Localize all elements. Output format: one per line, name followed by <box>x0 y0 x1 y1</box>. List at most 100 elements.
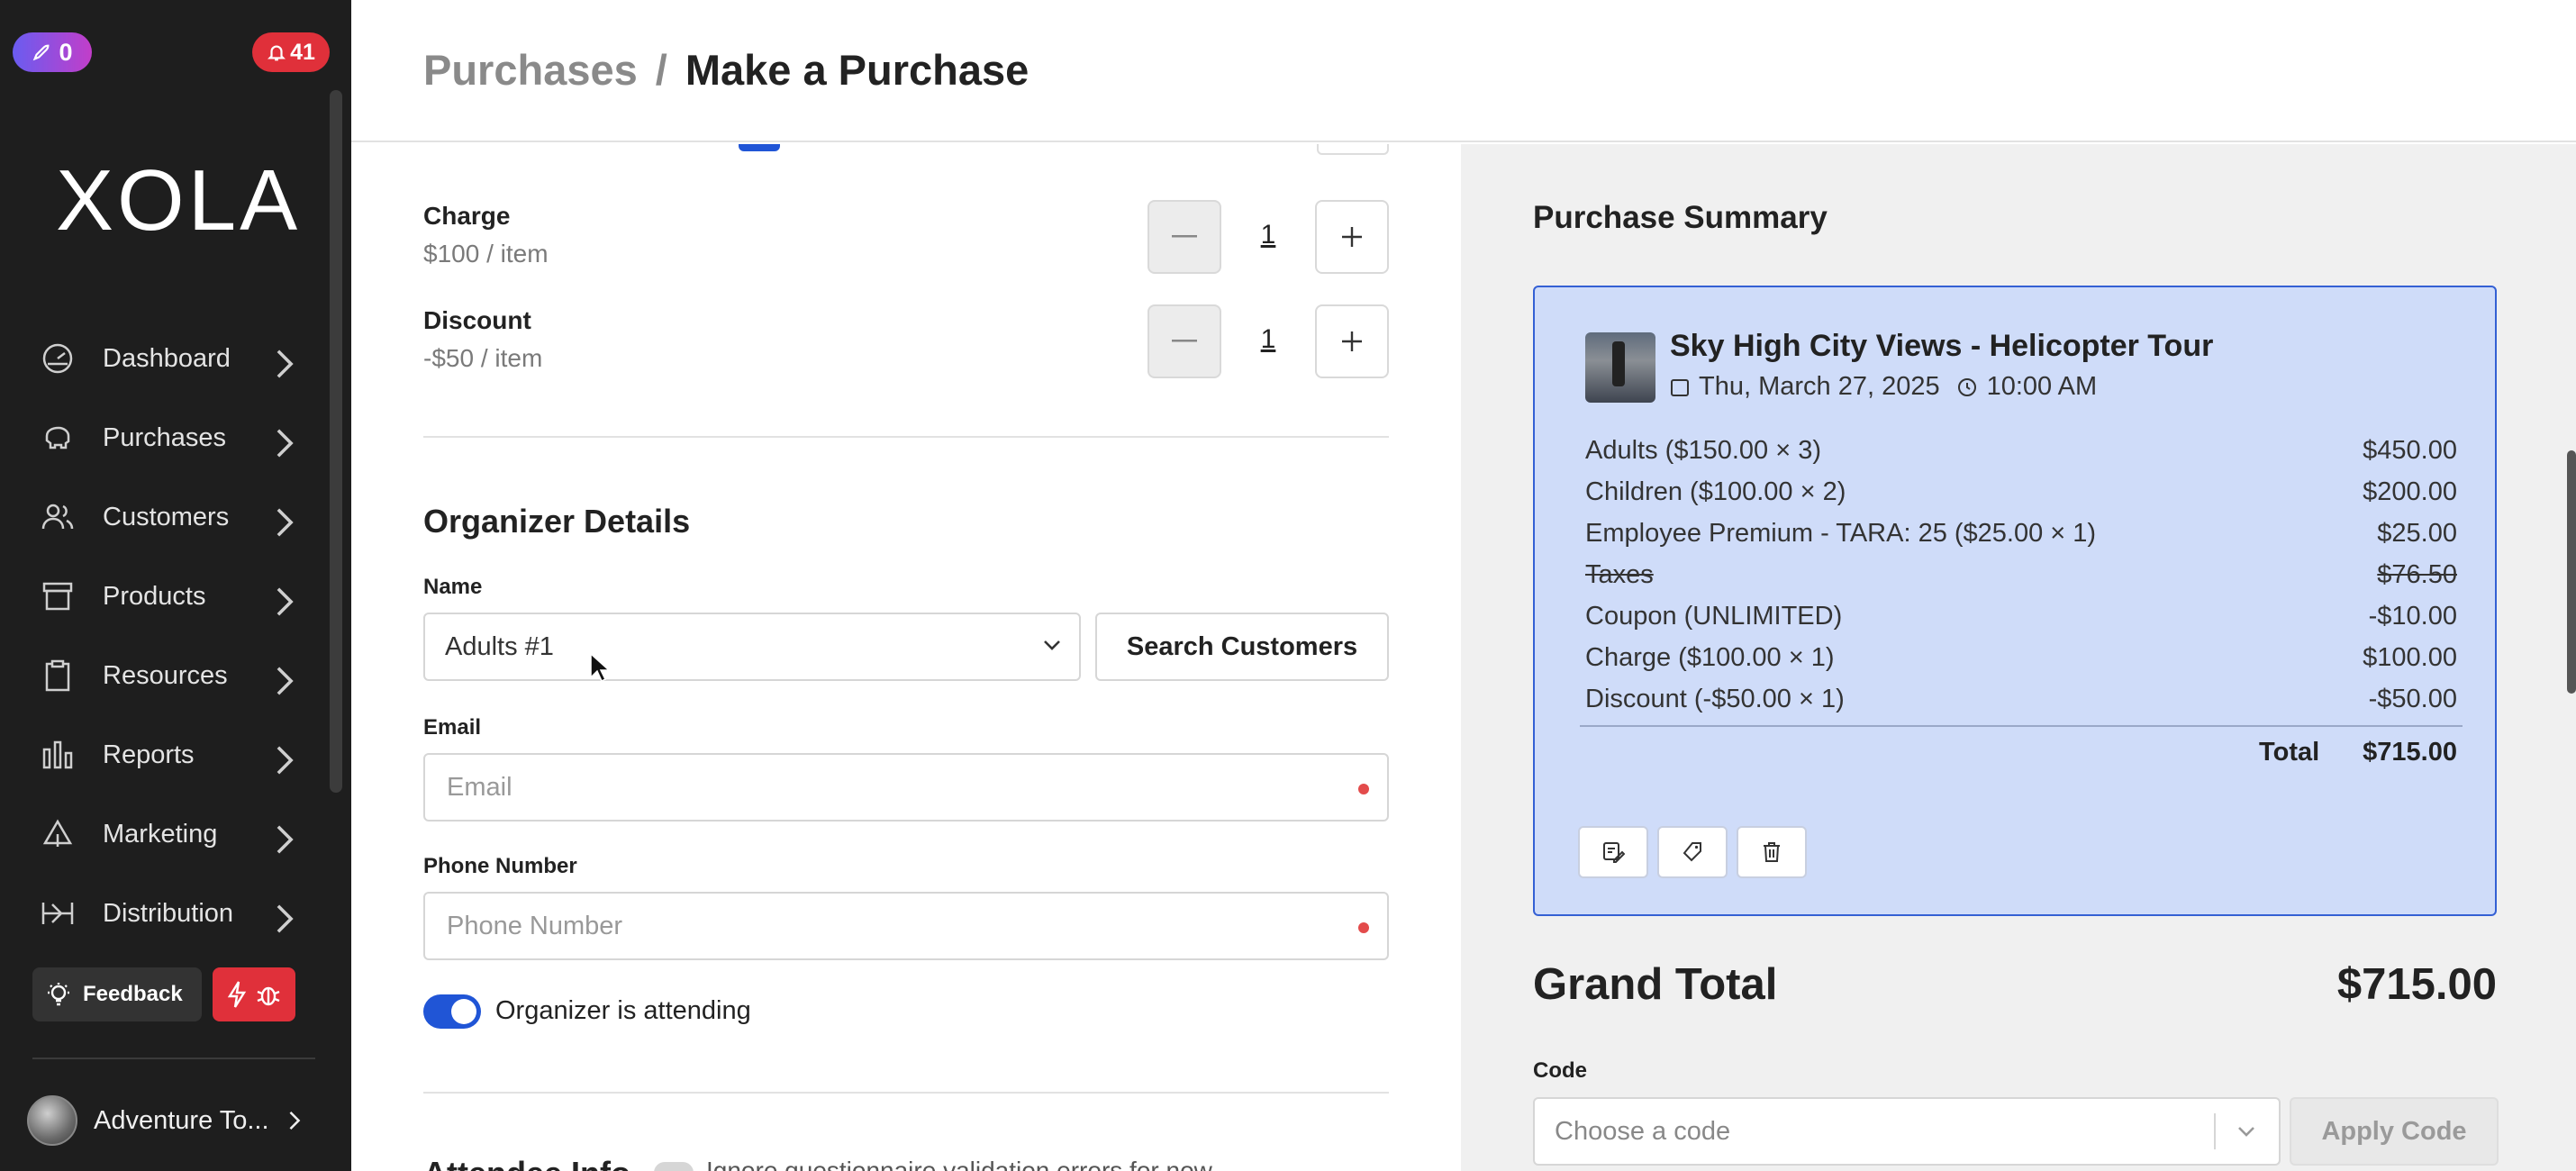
phone-field[interactable]: Phone Number <box>423 892 1389 960</box>
stepper-fragment[interactable] <box>1317 144 1389 155</box>
sidebar-item-reports[interactable]: Reports <box>0 715 324 794</box>
required-indicator <box>1358 784 1369 794</box>
trash-icon <box>1764 842 1780 862</box>
line-item-label: Charge ($100.00 × 1) <box>1585 642 1835 672</box>
nav-menu: Dashboard Purchases Customers Products R… <box>0 319 324 953</box>
phone-placeholder: Phone Number <box>447 911 623 940</box>
email-field[interactable]: Email <box>423 753 1389 822</box>
edit-booking-button[interactable] <box>1578 826 1648 878</box>
lightning-icon <box>227 981 247 1008</box>
rewards-badge[interactable]: 0 <box>13 32 92 72</box>
line-item-label: Discount (-$50.00 × 1) <box>1585 684 1845 713</box>
breadcrumb-purchases-link[interactable]: Purchases <box>423 45 638 95</box>
code-label: Code <box>1533 1058 1587 1083</box>
sidebar: 0 41 XOLA Dashboard Purchases Customers … <box>0 0 351 1171</box>
code-placeholder: Choose a code <box>1555 1116 1731 1146</box>
line-item-label: Adults ($150.00 × 3) <box>1585 435 1821 465</box>
item-label-discount: Discount <box>423 306 531 334</box>
bell-icon <box>268 45 286 61</box>
ignore-validation-toggle[interactable] <box>654 1162 694 1171</box>
notifications-count: 41 <box>290 39 315 65</box>
tour-date: Thu, March 27, 2025 <box>1699 372 1940 401</box>
discount-increment-button[interactable] <box>1315 304 1389 378</box>
lightbulb-icon <box>48 983 69 1006</box>
line-item-taxes: Taxes $76.50 <box>1585 554 2457 595</box>
chevron-right-icon <box>277 667 294 695</box>
name-label: Name <box>423 575 483 599</box>
sidebar-item-dashboard[interactable]: Dashboard <box>0 319 324 398</box>
minus-icon <box>1172 235 1197 238</box>
rocket-icon <box>33 44 50 61</box>
sidebar-item-products[interactable]: Products <box>0 557 324 636</box>
distribution-icon <box>41 903 74 924</box>
apply-code-button[interactable]: Apply Code <box>2290 1097 2499 1166</box>
line-item: Employee Premium - TARA: 25 ($25.00 × 1)… <box>1585 513 2457 554</box>
report-bug-button[interactable] <box>213 967 295 1021</box>
clipboard-icon <box>45 659 70 692</box>
discount-quantity[interactable]: 1 <box>1250 324 1286 355</box>
tour-title: Sky High City Views - Helicopter Tour <box>1670 329 2214 363</box>
booking-summary-card[interactable]: Sky High City Views - Helicopter Tour Th… <box>1533 286 2497 916</box>
card-actions <box>1578 826 1807 878</box>
archive-icon <box>42 582 73 611</box>
charge-decrement-button[interactable] <box>1147 200 1221 274</box>
rewards-count: 0 <box>59 38 73 66</box>
sidebar-item-purchases[interactable]: Purchases <box>0 398 324 477</box>
name-select[interactable]: Adults #1 <box>423 613 1081 681</box>
sidebar-item-marketing[interactable]: Marketing <box>0 794 324 874</box>
required-indicator <box>1358 922 1369 933</box>
item-label-charge: Charge <box>423 202 511 230</box>
delete-booking-button[interactable] <box>1737 826 1807 878</box>
apply-discount-button[interactable] <box>1657 826 1728 878</box>
grand-total: Grand Total $715.00 <box>1533 959 2497 1010</box>
grand-total-label: Grand Total <box>1533 960 1778 1009</box>
plus-icon <box>1342 331 1362 351</box>
sidebar-item-label: Purchases <box>103 422 227 452</box>
item-price-charge: $100 / item <box>423 240 549 268</box>
feedback-button[interactable]: Feedback <box>32 967 202 1021</box>
mouse-cursor-icon <box>590 652 609 683</box>
line-item: Adults ($150.00 × 3) $450.00 <box>1585 430 2457 471</box>
chevron-right-icon <box>277 508 294 537</box>
account-name: Adventure To... <box>94 1105 269 1135</box>
toggle-fragment[interactable] <box>739 144 780 151</box>
clock-icon <box>1957 377 1976 396</box>
sidebar-item-customers[interactable]: Customers <box>0 477 324 557</box>
sidebar-item-label: Distribution <box>103 898 234 928</box>
line-item-amount: $25.00 <box>2377 518 2457 548</box>
search-customers-button[interactable]: Search Customers <box>1095 613 1389 681</box>
purchase-summary-panel: Purchase Summary Sky High City Views - H… <box>1461 144 2576 1171</box>
code-select[interactable]: Choose a code <box>1533 1097 2281 1166</box>
xola-logo[interactable]: XOLA <box>56 151 301 250</box>
plus-icon <box>1342 227 1362 247</box>
feedback-label: Feedback <box>83 982 183 1006</box>
sidebar-item-label: Dashboard <box>103 343 231 373</box>
tour-thumbnail <box>1585 332 1655 403</box>
summary-scrollbar[interactable] <box>2567 450 2576 694</box>
chevron-right-icon <box>277 587 294 616</box>
minus-icon <box>1172 340 1197 342</box>
sidebar-item-distribution[interactable]: Distribution <box>0 874 324 953</box>
organizer-details-title: Organizer Details <box>423 503 691 540</box>
bug-icon <box>257 986 280 1006</box>
line-item-amount: $76.50 <box>2377 559 2457 589</box>
email-placeholder: Email <box>447 772 512 802</box>
chevron-right-icon <box>289 1112 300 1130</box>
grand-total-value: $715.00 <box>2336 960 2497 1009</box>
sidebar-item-resources[interactable]: Resources <box>0 636 324 715</box>
notifications-badge[interactable]: 41 <box>252 32 330 72</box>
line-item-amount: $200.00 <box>2363 477 2457 506</box>
line-item-amount: -$50.00 <box>2368 684 2457 713</box>
account-switcher[interactable]: Adventure To... <box>27 1095 304 1146</box>
charge-quantity[interactable]: 1 <box>1250 220 1286 250</box>
email-label: Email <box>423 715 482 740</box>
sidebar-item-label: Resources <box>103 660 228 690</box>
line-item: Coupon (UNLIMITED) -$10.00 <box>1585 595 2457 637</box>
line-item-label: Employee Premium - TARA: 25 ($25.00 × 1) <box>1585 518 2097 548</box>
charge-increment-button[interactable] <box>1315 200 1389 274</box>
discount-decrement-button[interactable] <box>1147 304 1221 378</box>
sidebar-scrollbar[interactable] <box>330 90 342 793</box>
organizer-attending-toggle[interactable] <box>423 994 481 1029</box>
megaphone-icon <box>42 819 73 847</box>
sidebar-item-label: Marketing <box>103 819 218 849</box>
